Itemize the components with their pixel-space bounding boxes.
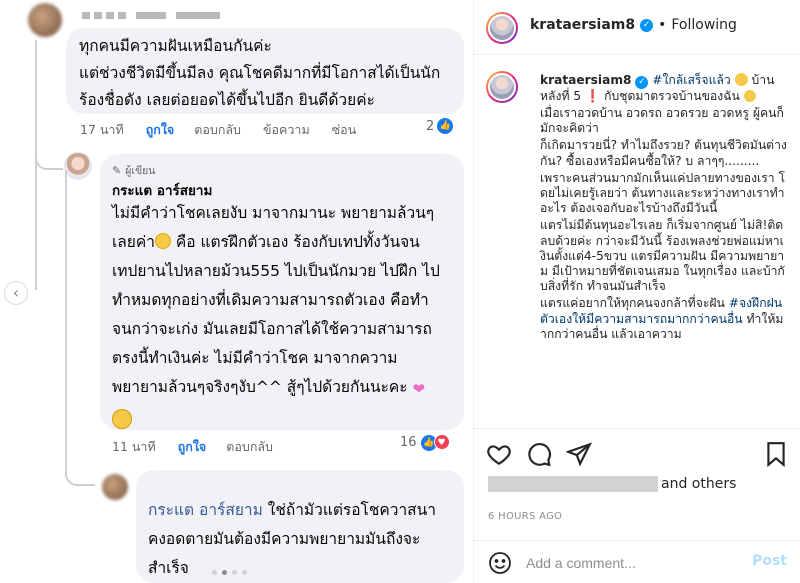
comment-1-actions: 17 นาที ถูกใจ ตอบกลับ ข้อความ ซ่อน (80, 120, 378, 140)
comment-1-time[interactable]: 17 นาที (80, 120, 124, 140)
verified-badge-icon: ✓ (635, 76, 649, 89)
pin-icon: ❗ (585, 89, 601, 103)
header-separator: • (658, 17, 667, 33)
reply-1-reaction-count: 16 (400, 435, 417, 450)
caption-paragraph-5: แตรแค่อยากให้ทุกคนจงกล้าที่จะฝัน (540, 296, 725, 311)
pen-icon: ✎ (112, 164, 122, 177)
reply-1-time[interactable]: 11 นาที (112, 437, 156, 457)
reply-2-line-3: สำเร็จ (148, 559, 189, 577)
caption-paragraph-1: เมื่อเราอวดบ้าน อวดรถ อวดรวย อวดหรู ผู้ค… (540, 106, 784, 136)
author-reply-bubble: ✎ ผู้เขียน กระแต อาร์สยาม ไม่มีคำว่าโชคเ… (100, 154, 464, 430)
post-time-ago[interactable]: 6 HOURS AGO (488, 511, 562, 522)
hashtag-link-1[interactable]: #ใกล้เสร็จแล้ว (652, 73, 730, 87)
post-comment-button[interactable]: Post (752, 553, 787, 569)
facebook-comments-panel: ทุกคนมีความฝันเหมือนกันค่ะ แต่ช่วงชีวิตม… (0, 0, 473, 583)
author-name[interactable]: กระแต อาร์สยาม (112, 179, 212, 201)
thread-connector-1 (35, 150, 63, 170)
comment-bubble-3: กระแต อาร์สยาม ใช่ถ้ามัวแต่รอโชควาสนา คง… (136, 470, 464, 583)
reply-1-actions: 11 นาที ถูกใจ ตอบกลับ (112, 437, 295, 457)
heart-icon[interactable] (486, 441, 512, 467)
reply-1-line-5: ทำหมดทุกอย่างที่เดิมความสามารถตัวเอง คือ… (112, 291, 429, 309)
comment-icon[interactable] (526, 441, 552, 467)
caption-paragraph-4: แตรไม่มีต้นทุนอะไรเลย ก็เริ่มจากศูนย์ ไม… (540, 218, 785, 294)
comment-1-message-link[interactable]: ข้อความ (263, 120, 310, 140)
laughing-emoji-icon (743, 90, 756, 102)
comment-1-reaction-count: 2 (426, 118, 435, 134)
censored-name-1 (82, 12, 220, 19)
pink-heart-icon: ❤ (412, 380, 426, 398)
caption-scroll-area[interactable]: krataersiam8 ✓ #ใกล้เสร็จแล้ว บ้าน หลังท… (474, 56, 800, 428)
verified-badge-icon: ✓ (640, 18, 654, 32)
thread-line-2 (65, 170, 67, 460)
caption-paragraph-2: ก็เกิดมารวยนี่? ทำไมถึงรวย? ต้นทุนชีวิตม… (540, 138, 787, 168)
comment-input[interactable] (526, 552, 736, 574)
following-button[interactable]: Following (671, 17, 737, 33)
comment-1-reply-link[interactable]: ตอบกลับ (194, 120, 241, 140)
reply-1-line-7: ตรงนี้ทำเงินค่ะ ไม่มีคำว่าโชค มาจากความ (112, 349, 398, 367)
commenter-avatar-1[interactable] (28, 3, 62, 37)
comment-1-like-link[interactable]: ถูกใจ (146, 120, 175, 140)
caption-paragraph-3: เพราะคนส่วนมากมักเห็นแค่ปลายทางของเรา โด… (540, 170, 786, 216)
carousel-prev-button[interactable]: ‹ (4, 281, 28, 305)
comment-bubble-1: ทุกคนมีความฝันเหมือนกันค่ะ แต่ช่วงชีวิตม… (66, 28, 464, 114)
grinning-emoji-icon (112, 409, 132, 429)
laughing-emoji-icon (154, 233, 171, 249)
comment-1-line-2: แต่ช่วงชีวิตมีขึ้นมีลง คุณโชคดีมากที่มีโ… (79, 64, 441, 82)
comment-1-line-1: ทุกคนมีความฝันเหมือนกันค่ะ (79, 37, 272, 55)
heart-eyes-emoji-icon (734, 73, 748, 86)
reply-1-reactions[interactable]: 16 👍 ♥ (400, 434, 450, 451)
profile-avatar[interactable] (486, 12, 518, 44)
like-reaction-icon: 👍 (437, 118, 454, 134)
author-badge-label: ผู้เขียน (125, 165, 156, 177)
reply-1-line-1: ไม่มีคำว่าโชคเลยงับ มาจากมานะ พยายามล้วน… (112, 204, 435, 222)
author-avatar[interactable] (64, 152, 92, 180)
liked-by-row[interactable]: and others (488, 476, 736, 492)
and-others-label[interactable]: and others (661, 476, 736, 492)
instagram-post-panel: krataersiam8 ✓ • Following krataersiam8 … (473, 0, 800, 583)
caption-username[interactable]: krataersiam8 (540, 73, 632, 87)
mention-link[interactable]: กระแต อาร์สยาม (148, 501, 263, 519)
post-header: krataersiam8 ✓ • Following (474, 0, 800, 55)
reply-1-line-6: จนกว่าจะเก่ง มันเลยมีโอกาสได้ใช้ความสามา… (112, 320, 432, 338)
thread-connector-3 (65, 456, 95, 486)
add-comment-bar: Post (474, 540, 800, 583)
comment-1-line-3: ร้องชื่อดัง เลยต่อยอดได้ขึ้นไปอีก ยินดีด… (79, 91, 375, 109)
share-icon[interactable] (566, 441, 592, 467)
reply-2-line-2: คงอดตายมันต้องมีความพยายามมันถึงจะ (148, 530, 421, 548)
bookmark-icon[interactable] (763, 441, 789, 467)
caption-avatar[interactable] (486, 71, 518, 103)
author-badge: ✎ ผู้เขียน (112, 162, 155, 179)
emoji-smile-icon[interactable] (488, 551, 512, 575)
reply-1-reply-link[interactable]: ตอบกลับ (226, 437, 273, 457)
blurred-liker-names (488, 476, 658, 492)
reply-1-line-3: คือ แตรฝึกตัวเอง ร้องกับเทปทั้งวันจน (170, 233, 420, 251)
reply-1-line-2: เลยค่า (112, 233, 155, 251)
reply-2-line-1: ใช่ถ้ามัวแต่รอโชควาสนา (262, 501, 436, 519)
header-username[interactable]: krataersiam8 (530, 17, 635, 33)
reply-1-like-link[interactable]: ถูกใจ (178, 437, 207, 457)
commenter-avatar-2[interactable] (102, 474, 128, 500)
comment-1-reactions[interactable]: 2 👍 (426, 118, 454, 134)
reply-1-line-4: เทปยานไปหลายม้วน555 ไปเป็นนักมวย ไปฝึก ไ… (112, 262, 440, 280)
reply-1-line-8: พยายามล้วนๆจริงๆงับ^^ สู้ๆไปด้วยกันนะคะ (112, 378, 408, 396)
carousel-dots (212, 570, 247, 575)
love-reaction-icon: ♥ (433, 434, 450, 450)
caption-line-2: กับชุดมาตรวจบ้านของฉัน (604, 89, 740, 103)
comment-1-hide-link[interactable]: ซ่อน (332, 120, 357, 140)
